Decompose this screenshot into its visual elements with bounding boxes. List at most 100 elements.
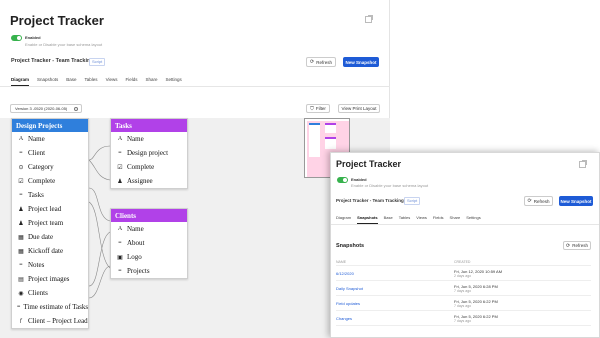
table-card-tasks[interactable]: Tasks A Name ≡ Design project ☑ Complete ♟ Assig… (110, 118, 188, 189)
version-select[interactable]: Version 3 -0520 (2020-06-05) (10, 104, 82, 113)
long-text-icon: ≡ (19, 150, 23, 156)
table-card-design-projects[interactable]: Design Projects A Name ≡ Client ⊙ Category ☑ Com… (11, 118, 89, 329)
single-select-icon: ⊙ (18, 164, 24, 171)
filter-button[interactable]: ⛉ Filter (306, 104, 330, 113)
field-label: Kickoff date (28, 247, 64, 255)
field-label: Assignee (127, 177, 153, 185)
enabled-toggle[interactable] (337, 177, 348, 183)
table-field: ⊙ Category (12, 160, 88, 174)
tab-settings[interactable]: Settings (166, 77, 182, 86)
snapshot-name-link[interactable]: Daily Snapshot (336, 286, 454, 291)
refresh-button[interactable]: ⟳ Refresh (306, 57, 336, 67)
tab-settings[interactable]: Settings (466, 215, 480, 224)
table-field: ≡ Notes (12, 258, 88, 272)
tab-snapshots[interactable]: Snapshots (37, 77, 58, 86)
refresh-button[interactable]: ⟳ Refresh (524, 196, 553, 206)
table-row[interactable]: Daily Snapshot Fri, Jun 5, 2020 6:28 PM 7 … (336, 281, 591, 296)
tab-views[interactable]: Views (416, 215, 427, 224)
main-tabs: Diagram Snapshots Base Tables Views Fiel… (11, 77, 190, 86)
field-label: Client (28, 149, 46, 157)
table-field: ≡ Time estimate of Tasks (12, 300, 88, 314)
snapshot-created: Fri, Jun 5, 2020 6:22 PM 7 days ago (454, 314, 498, 323)
field-label: Tasks (28, 191, 44, 199)
long-text-icon: ≡ (19, 262, 23, 268)
field-label: Complete (127, 163, 155, 171)
tab-views[interactable]: Views (106, 77, 118, 86)
search-icon (74, 107, 78, 111)
new-snapshot-button[interactable]: New Snapshot (559, 196, 593, 206)
table-row[interactable]: Changes Fri, Jun 5, 2020 6:22 PM 7 days ag… (336, 311, 591, 326)
formula-icon: ƒ (19, 318, 23, 324)
field-label: Logo (127, 253, 142, 261)
snapshot-name-link[interactable]: Field updates (336, 301, 454, 306)
user-icon: ♟ (18, 220, 24, 227)
tab-tables[interactable]: Tables (85, 77, 98, 86)
field-label: Name (127, 225, 144, 233)
tab-base[interactable]: Base (384, 215, 393, 224)
refresh-label: Refresh (316, 59, 332, 65)
version-value: Version 3 -0520 (2020-06-05) (15, 106, 68, 111)
field-label: Complete (28, 177, 56, 185)
table-header: Tasks (111, 119, 187, 132)
enabled-label: Enabled (351, 177, 367, 182)
table-card-clients[interactable]: Clients A Name ≡ About ▣ Logo ≡ Projects (110, 208, 188, 279)
external-link-icon[interactable] (579, 160, 587, 168)
tab-share[interactable]: Share (146, 77, 158, 86)
tab-base[interactable]: Base (66, 77, 76, 86)
table-field: ≡ Projects (111, 264, 187, 278)
enabled-description: Enable or Disable your base schema layou… (25, 42, 103, 47)
snapshot-name-link[interactable]: Changes (336, 316, 454, 321)
page-title: Project Tracker (10, 13, 104, 28)
refresh-label: Refresh (533, 198, 550, 204)
column-created-header: CREATED (454, 260, 471, 264)
tab-fields[interactable]: Fields (126, 77, 138, 86)
minimap-table-design-projects (309, 123, 320, 157)
field-label: Design project (127, 149, 169, 157)
snapshot-created: Fri, Jun 5, 2020 6:22 PM 7 days ago (454, 299, 498, 308)
long-text-icon: ≡ (118, 150, 122, 156)
snapshot-tabs: Diagram Snapshots Base Tables Views Fiel… (336, 215, 487, 224)
table-field: ♟ Assignee (111, 174, 187, 188)
snapshot-name-link[interactable]: 6/12/2020 (336, 271, 454, 276)
table-field: ▦ Due date (12, 230, 88, 244)
text-icon: A (18, 136, 24, 142)
tab-diagram[interactable]: Diagram (336, 215, 351, 224)
snapshots-refresh-button[interactable]: ⟳ Refresh (563, 241, 591, 250)
enabled-description: Enable or Disable your base schema layou… (351, 183, 429, 188)
tabs-divider (331, 224, 599, 225)
project-name: Project Tracker - Team Tracking (11, 58, 94, 64)
snapshot-created: Fri, Jun 12, 2020 10:59 AM 2 days ago (454, 269, 502, 278)
enabled-label: Enabled (25, 35, 41, 40)
table-field: ♟ Project team (12, 216, 88, 230)
tab-tables[interactable]: Tables (399, 215, 411, 224)
refresh-icon: ⟳ (310, 59, 315, 65)
table-field: ♟ Project lead (12, 202, 88, 216)
field-label: Due date (28, 233, 54, 241)
external-link-icon[interactable] (365, 15, 373, 23)
table-header: Clients (111, 209, 187, 222)
script-badge: Script (404, 197, 421, 205)
long-text-icon: ≡ (118, 240, 122, 246)
enabled-toggle[interactable] (11, 35, 22, 41)
snapshots-table-body: 6/12/2020 Fri, Jun 12, 2020 10:59 AM 2 day… (336, 266, 591, 326)
snapshot-page-title: Project Tracker (336, 159, 402, 169)
attachment-icon: ▣ (117, 254, 123, 261)
new-snapshot-button[interactable]: New Snapshot (343, 57, 379, 67)
tab-diagram[interactable]: Diagram (11, 77, 30, 86)
tab-snapshots[interactable]: Snapshots (357, 215, 378, 224)
table-field: ☑ Complete (111, 160, 187, 174)
attachment-icon: ▤ (18, 276, 24, 283)
table-row[interactable]: 6/12/2020 Fri, Jun 12, 2020 10:59 AM 2 day… (336, 266, 591, 281)
script-badge: Script (89, 58, 106, 66)
tab-share[interactable]: Share (450, 215, 461, 224)
view-print-layout-button[interactable]: View Print Layout (338, 104, 380, 113)
tab-fields[interactable]: Fields (433, 215, 444, 224)
field-label: Name (28, 135, 45, 143)
table-field: ◉ Clients (12, 286, 88, 300)
table-row[interactable]: Field updates Fri, Jun 5, 2020 6:22 PM 7 d… (336, 296, 591, 311)
table-field: A Name (111, 132, 187, 146)
text-icon: A (117, 136, 123, 142)
table-field: ≡ Design project (111, 146, 187, 160)
snapshot-created: Fri, Jun 5, 2020 6:28 PM 7 days ago (454, 284, 498, 293)
refresh-icon: ⟳ (527, 198, 532, 204)
